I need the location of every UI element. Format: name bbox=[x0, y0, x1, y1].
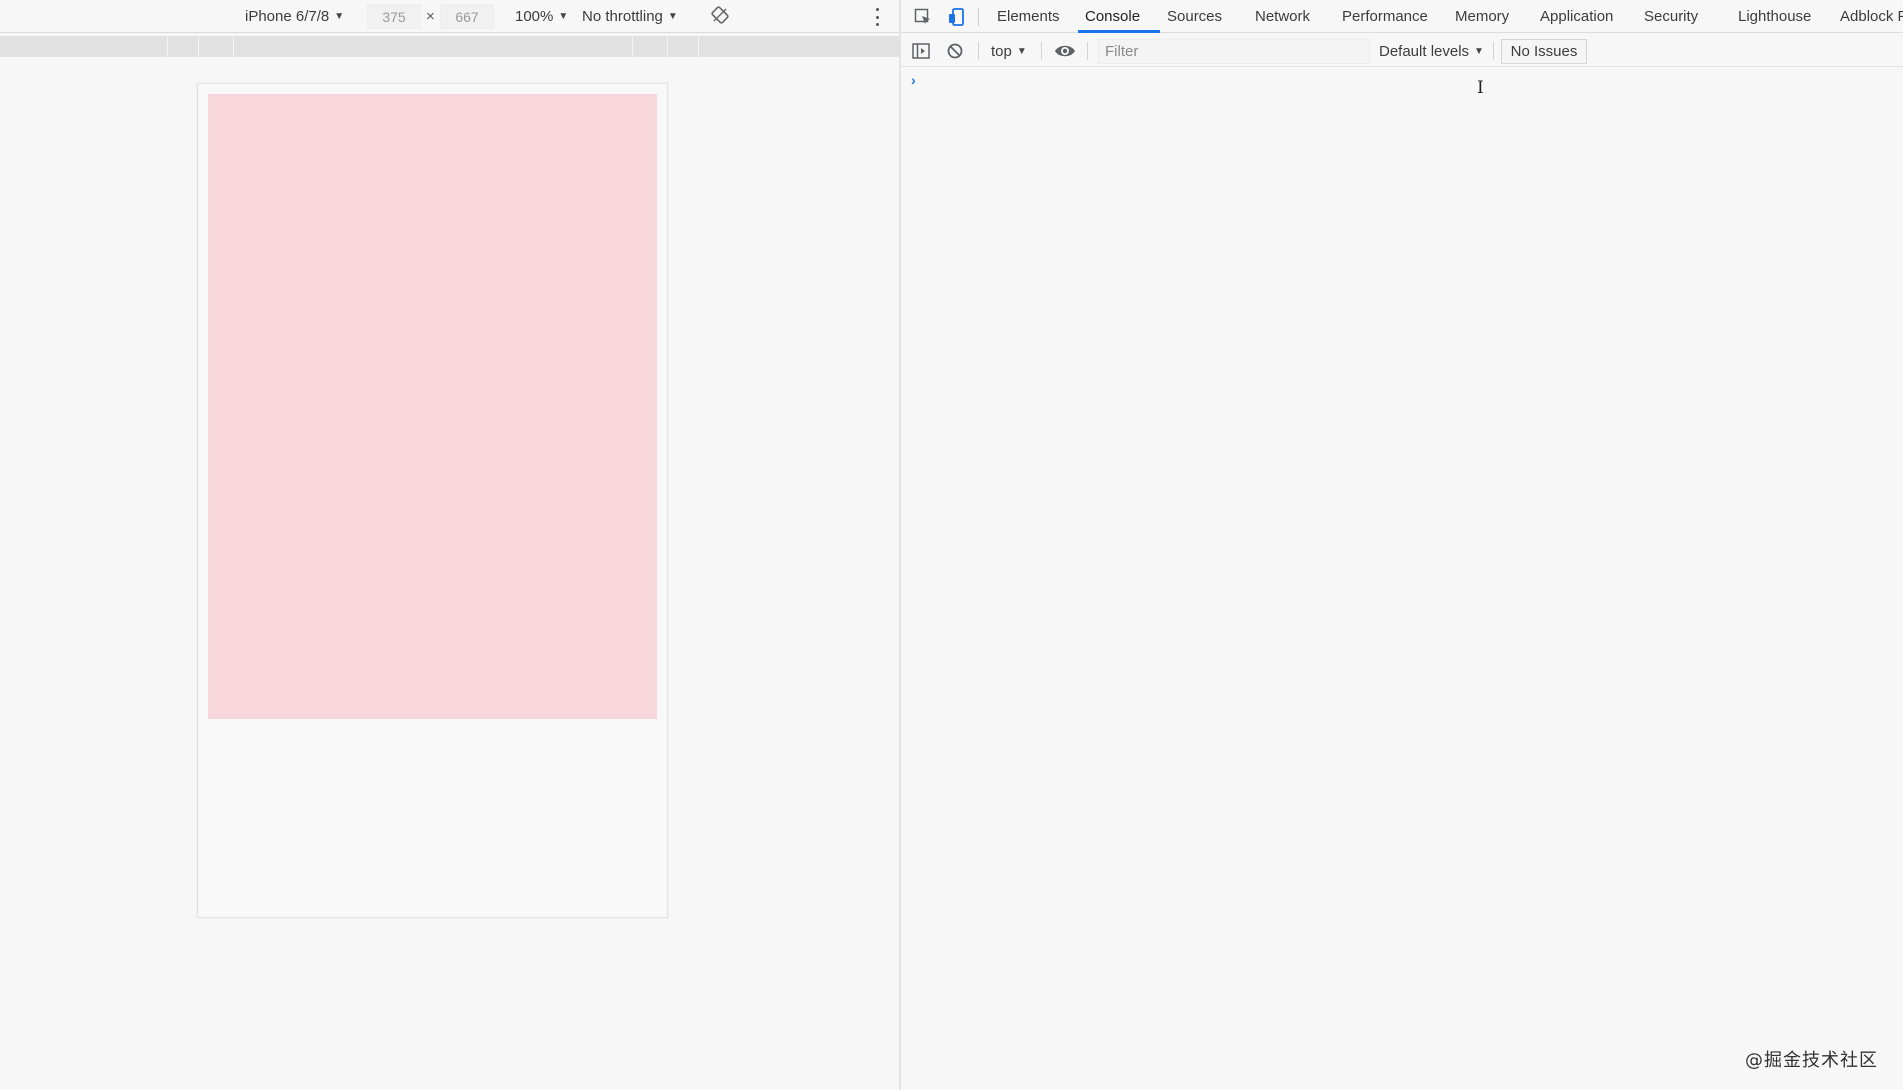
devtools-tabbar: Elements Console Sources Network Perform… bbox=[901, 0, 1903, 33]
media-query-ruler[interactable] bbox=[0, 36, 899, 57]
device-viewport[interactable] bbox=[197, 83, 668, 918]
device-toolbar-toggle-icon[interactable] bbox=[944, 5, 968, 29]
tab-performance[interactable]: Performance bbox=[1342, 0, 1428, 33]
height-input[interactable]: 667 bbox=[440, 4, 494, 29]
clear-console-icon[interactable] bbox=[943, 39, 967, 63]
inspect-element-icon[interactable] bbox=[911, 5, 935, 29]
tab-sources[interactable]: Sources bbox=[1167, 0, 1222, 33]
ruler-breakpoint bbox=[667, 36, 668, 57]
caret-down-icon: ▼ bbox=[1474, 45, 1484, 57]
tab-application[interactable]: Application bbox=[1540, 0, 1613, 33]
issues-button[interactable]: No Issues bbox=[1501, 39, 1587, 64]
tab-elements[interactable]: Elements bbox=[997, 0, 1060, 33]
ruler-breakpoint bbox=[233, 36, 234, 57]
zoom-select[interactable]: 100% ▼ bbox=[515, 0, 568, 33]
toolbar-separator bbox=[978, 42, 979, 60]
text-cursor-icon: I bbox=[1477, 78, 1484, 98]
caret-down-icon: ▼ bbox=[1016, 45, 1027, 57]
tab-network[interactable]: Network bbox=[1255, 0, 1310, 33]
context-value: top bbox=[991, 42, 1012, 60]
device-select[interactable]: iPhone 6/7/8 ▼ bbox=[245, 0, 344, 33]
device-pane: iPhone 6/7/8 ▼ 375 × 667 100% ▼ No throt… bbox=[0, 0, 899, 1090]
tab-memory[interactable]: Memory bbox=[1455, 0, 1509, 33]
zoom-value: 100% bbox=[515, 8, 554, 25]
watermark: @掘金技术社区 bbox=[1745, 1050, 1878, 1071]
rotate-icon bbox=[710, 5, 730, 29]
pink-box bbox=[208, 94, 657, 719]
filter-input[interactable] bbox=[1098, 39, 1370, 64]
ruler-breakpoint bbox=[198, 36, 199, 57]
throttling-value: No throttling bbox=[582, 8, 663, 25]
active-tab-indicator bbox=[1078, 30, 1160, 33]
log-levels-select[interactable]: Default levels ▼ bbox=[1379, 35, 1484, 67]
more-options-icon[interactable] bbox=[874, 8, 880, 26]
rotate-button[interactable] bbox=[710, 0, 730, 33]
tab-lighthouse[interactable]: Lighthouse bbox=[1738, 0, 1811, 33]
ruler-breakpoint bbox=[167, 36, 168, 57]
caret-down-icon: ▼ bbox=[667, 11, 678, 22]
console-output[interactable]: › I bbox=[901, 68, 1903, 1090]
tab-adblock[interactable]: Adblock P bbox=[1840, 0, 1903, 33]
console-prompt-icon: › bbox=[911, 72, 916, 88]
toolbar-separator bbox=[1087, 42, 1088, 60]
ruler-breakpoint bbox=[632, 36, 633, 57]
sidebar-toggle-icon[interactable] bbox=[909, 39, 933, 63]
dimension-separator: × bbox=[426, 8, 435, 25]
throttling-select[interactable]: No throttling ▼ bbox=[582, 0, 678, 33]
live-expression-eye-icon[interactable] bbox=[1053, 39, 1077, 63]
devtools-panel: Elements Console Sources Network Perform… bbox=[901, 0, 1903, 1090]
tab-security[interactable]: Security bbox=[1644, 0, 1698, 33]
log-levels-value: Default levels bbox=[1379, 42, 1470, 60]
console-toolbar: top ▼ Default levels ▼ No Issues bbox=[901, 35, 1903, 67]
caret-down-icon: ▼ bbox=[558, 11, 569, 22]
ruler-breakpoint bbox=[698, 36, 699, 57]
device-name: iPhone 6/7/8 bbox=[245, 8, 330, 25]
device-toolbar: iPhone 6/7/8 ▼ 375 × 667 100% ▼ No throt… bbox=[0, 0, 899, 33]
toolbar-separator bbox=[1493, 42, 1494, 60]
tab-console[interactable]: Console bbox=[1085, 0, 1140, 33]
width-input[interactable]: 375 bbox=[367, 4, 421, 29]
toolbar-separator bbox=[1041, 42, 1042, 60]
context-select[interactable]: top ▼ bbox=[991, 35, 1027, 67]
toolbar-separator bbox=[978, 8, 979, 26]
caret-down-icon: ▼ bbox=[334, 11, 345, 22]
